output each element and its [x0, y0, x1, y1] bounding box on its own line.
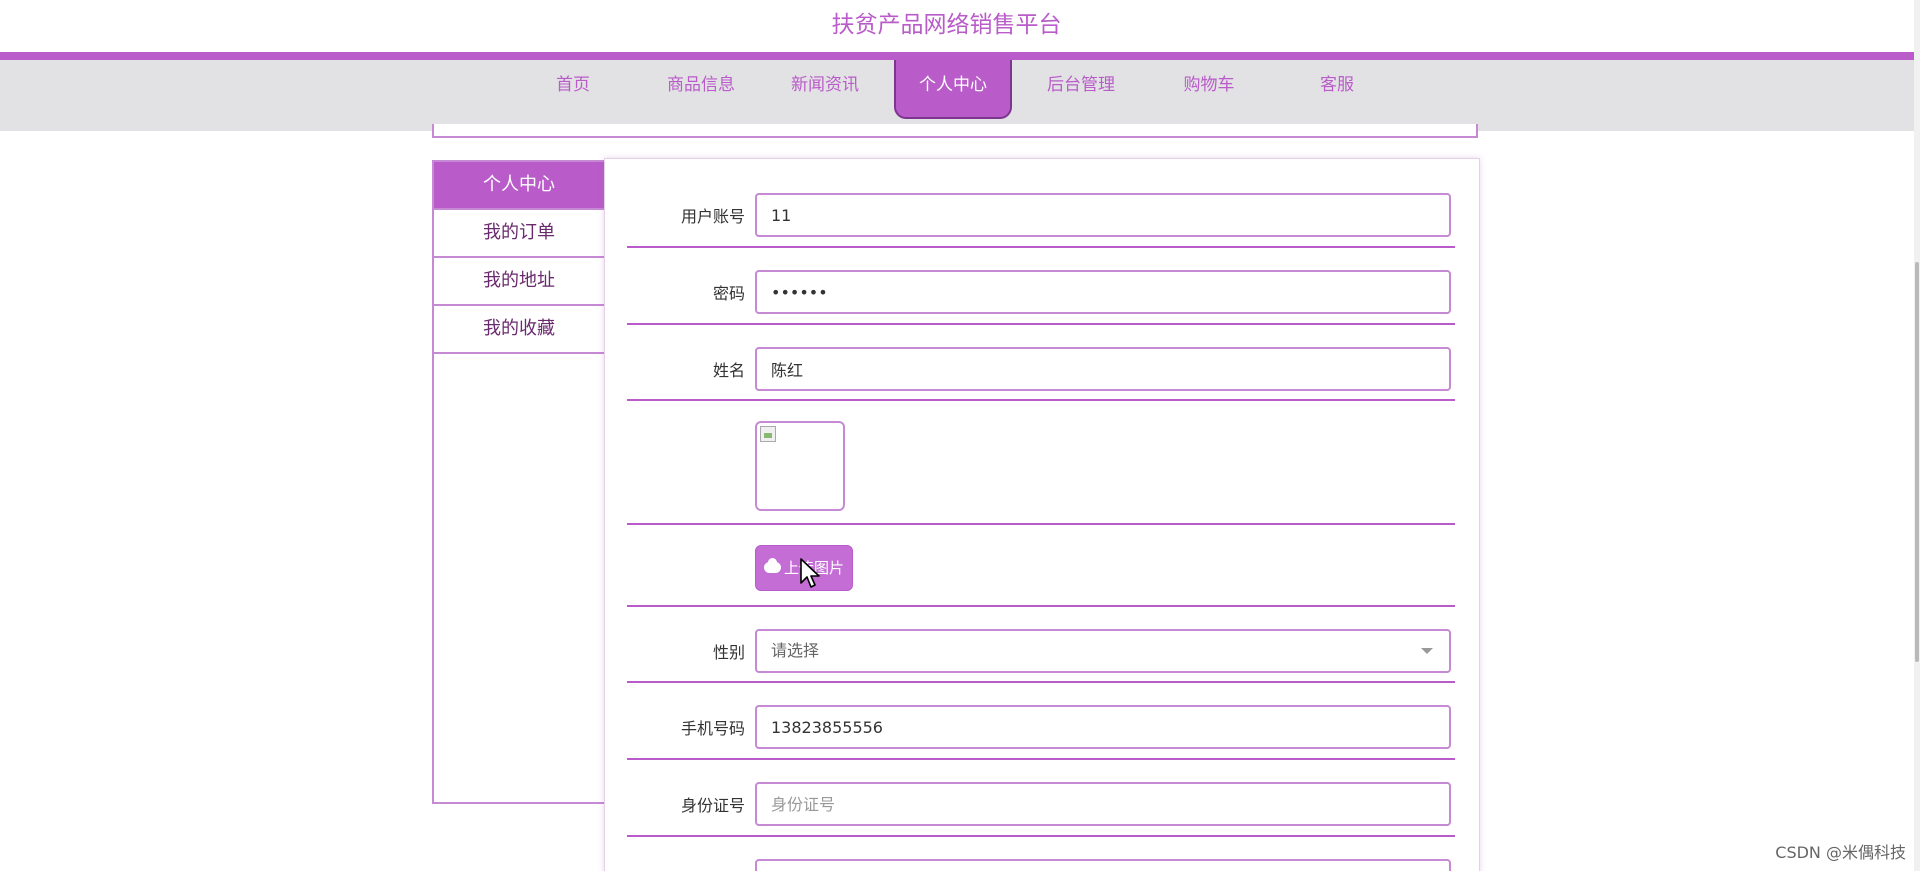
sidebar-item-orders[interactable]: 我的订单	[434, 210, 604, 258]
sidebar: 个人中心 我的订单 我的地址 我的收藏	[432, 160, 606, 804]
profile-form: 用户账号 密码 姓名 上传图片 性别 请选择 手机号码 身份证号	[604, 158, 1480, 871]
phone-label: 手机号码	[680, 719, 745, 738]
gender-select[interactable]: 请选择	[755, 629, 1451, 673]
form-row-password: 密码	[627, 248, 1455, 325]
sidebar-item-addresses[interactable]: 我的地址	[434, 258, 604, 306]
form-row-avatar	[627, 401, 1455, 525]
name-label: 姓名	[712, 361, 745, 380]
nav-item-admin[interactable]: 后台管理	[1036, 60, 1126, 119]
gender-label: 性别	[712, 643, 745, 662]
nav-item-cart[interactable]: 购物车	[1166, 60, 1252, 119]
form-row-name: 姓名	[627, 325, 1455, 401]
username-input[interactable]	[755, 193, 1451, 237]
phone-input[interactable]	[755, 705, 1451, 749]
sidebar-item-personal-center[interactable]: 个人中心	[434, 162, 604, 210]
avatar-preview	[755, 421, 845, 511]
chevron-down-icon	[1421, 648, 1433, 654]
username-label: 用户账号	[680, 207, 745, 226]
broken-image-icon	[760, 426, 776, 442]
nav-item-personal-center[interactable]: 个人中心	[894, 60, 1012, 119]
password-input[interactable]	[755, 270, 1451, 314]
name-input[interactable]	[755, 347, 1451, 391]
idcard-label: 身份证号	[680, 796, 745, 815]
site-title: 扶贫产品网络销售平台	[831, 12, 1062, 38]
form-row-idcard: 身份证号	[627, 760, 1455, 837]
top-box	[432, 124, 1478, 138]
password-label: 密码	[712, 284, 745, 303]
form-row-upload: 上传图片	[627, 525, 1455, 607]
sidebar-item-favorites[interactable]: 我的收藏	[434, 306, 604, 354]
gender-select-value: 请选择	[771, 641, 820, 660]
main-nav: 首页 商品信息 新闻资讯 个人中心 后台管理 购物车 客服	[0, 60, 1915, 131]
next-input[interactable]	[755, 859, 1451, 871]
idcard-input[interactable]	[755, 782, 1451, 826]
nav-item-news[interactable]: 新闻资讯	[780, 60, 870, 119]
form-row-phone: 手机号码	[627, 683, 1455, 760]
scrollbar[interactable]	[1914, 0, 1920, 871]
mouse-cursor-icon	[800, 558, 820, 588]
nav-item-products[interactable]: 商品信息	[656, 60, 746, 119]
watermark: CSDN @米偶科技	[1775, 843, 1906, 862]
form-row-next	[627, 837, 1455, 871]
form-row-username: 用户账号	[627, 159, 1455, 248]
form-row-gender: 性别 请选择	[627, 607, 1455, 683]
scrollbar-thumb[interactable]	[1915, 262, 1919, 662]
nav-item-service[interactable]: 客服	[1294, 60, 1380, 119]
nav-item-home[interactable]: 首页	[530, 60, 616, 119]
accent-bar	[0, 52, 1915, 60]
cloud-upload-icon	[763, 558, 781, 573]
